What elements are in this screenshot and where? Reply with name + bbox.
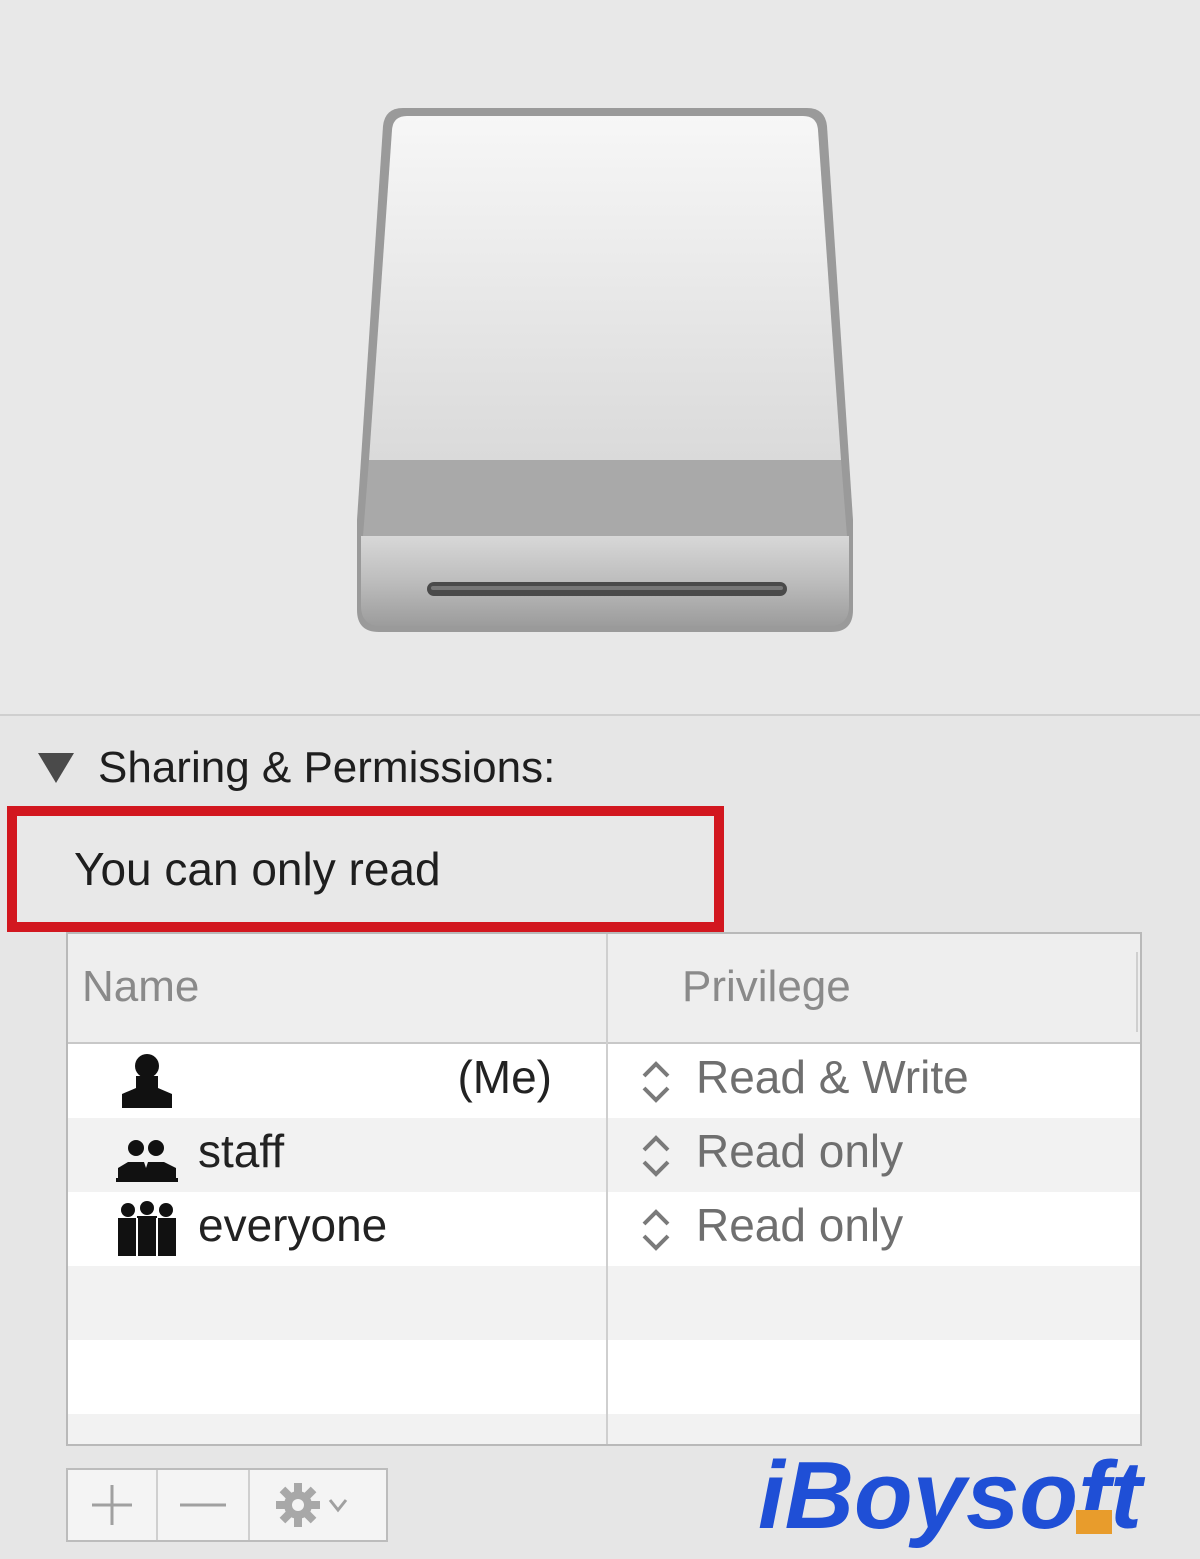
iboysoft-watermark-logo: iBoysoft (758, 1442, 1146, 1549)
external-drive-icon (357, 108, 853, 632)
column-divider (606, 934, 608, 1444)
add-button[interactable] (68, 1470, 158, 1540)
header-divider (1136, 952, 1138, 1032)
table-row[interactable]: everyone Read only (68, 1192, 1140, 1266)
row-name: (Me) (457, 1051, 552, 1103)
minus-icon (180, 1503, 226, 1507)
row-name: everyone (198, 1199, 388, 1251)
stepper-icon[interactable] (638, 1128, 674, 1184)
gear-icon (276, 1483, 348, 1527)
empty-row (68, 1340, 1140, 1414)
disclosure-triangle-down-icon[interactable] (38, 753, 74, 783)
plus-icon (92, 1485, 132, 1525)
row-privilege[interactable]: Read only (696, 1198, 903, 1252)
row-privilege[interactable]: Read only (696, 1124, 903, 1178)
section-title: Sharing & Permissions: (98, 743, 556, 792)
access-status-text: You can only read (74, 843, 441, 895)
column-header-name[interactable]: Name (82, 962, 199, 1012)
empty-row (68, 1266, 1140, 1340)
user-icon (122, 1054, 172, 1108)
action-menu-button[interactable] (250, 1470, 386, 1540)
group-icon (116, 1140, 178, 1182)
table-row[interactable]: staff Read only (68, 1118, 1140, 1192)
table-header: Name Privilege (68, 934, 1140, 1044)
permissions-table: Name Privilege (Me) Read & Write staff R… (66, 932, 1142, 1446)
stepper-icon[interactable] (638, 1202, 674, 1258)
column-header-privilege[interactable]: Privilege (682, 962, 851, 1012)
remove-button[interactable] (158, 1470, 250, 1540)
table-row[interactable]: (Me) Read & Write (68, 1044, 1140, 1118)
stepper-icon[interactable] (638, 1054, 674, 1110)
preview-area (0, 0, 1200, 716)
permissions-toolbar (66, 1468, 388, 1542)
access-status-highlight: You can only read (7, 806, 724, 932)
sharing-permissions-header[interactable]: Sharing & Permissions: (38, 738, 555, 798)
everyone-icon (118, 1201, 176, 1256)
row-privilege[interactable]: Read & Write (696, 1050, 969, 1104)
row-name: staff (198, 1125, 285, 1177)
